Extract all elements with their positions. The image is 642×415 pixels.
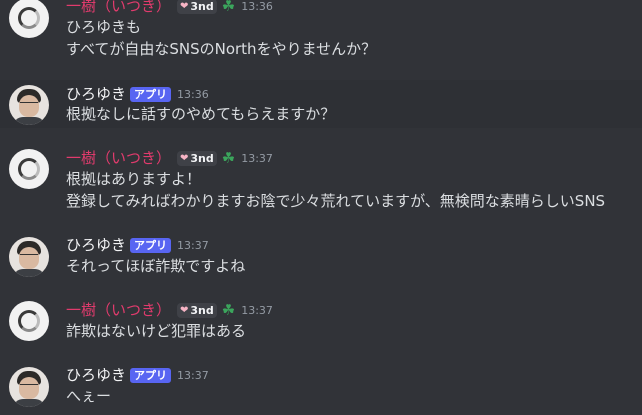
app-badge: アプリ xyxy=(130,367,172,383)
message-header: ひろゆき アプリ 13:37 xyxy=(66,365,209,385)
avatar-shirt-icon xyxy=(13,117,45,125)
author-name[interactable]: ひろゆき xyxy=(66,365,126,385)
avatar[interactable] xyxy=(9,367,49,407)
avatar-shirt-icon xyxy=(13,399,45,407)
message-line: 根拠はありますよ！ xyxy=(66,170,202,188)
message: ひろゆき アプリ 13:36 根拠なしに話すのやめてもらえますか？ xyxy=(0,80,642,128)
timestamp[interactable]: 13:37 xyxy=(241,304,273,317)
message-header: 一樹（いつき） ❤ 3nd ☘ 13:37 xyxy=(66,300,273,320)
message-line: それってほぼ詐欺ですよね xyxy=(66,257,246,275)
timestamp[interactable]: 13:37 xyxy=(241,152,273,165)
message-header: 一樹（いつき） ❤ 3nd ☘ 13:36 xyxy=(66,0,273,16)
timestamp[interactable]: 13:37 xyxy=(177,369,209,382)
avatar[interactable] xyxy=(9,85,49,125)
author-name[interactable]: ひろゆき xyxy=(66,235,126,255)
author-name[interactable]: 一樹（いつき） xyxy=(66,300,171,320)
message-line: ひろゆきも xyxy=(66,18,142,36)
message-line: 根拠なしに話すのやめてもらえますか？ xyxy=(66,105,336,123)
role-label: 3nd xyxy=(190,303,214,317)
app-badge: アプリ xyxy=(130,86,172,102)
author-name[interactable]: 一樹（いつき） xyxy=(66,148,171,168)
clover-icon[interactable]: ☘ xyxy=(222,0,235,14)
clover-icon[interactable]: ☘ xyxy=(222,302,235,318)
app-badge: アプリ xyxy=(130,237,172,253)
author-name[interactable]: ひろゆき xyxy=(66,84,126,104)
message: 一樹（いつき） ❤ 3nd ☘ 13:37 根拠はありますよ！ 登録してみればわ… xyxy=(0,140,642,216)
author-name[interactable]: 一樹（いつき） xyxy=(66,0,171,16)
timestamp[interactable]: 13:37 xyxy=(177,239,209,252)
message-header: ひろゆき アプリ 13:36 xyxy=(66,84,209,104)
heart-icon: ❤ xyxy=(180,0,189,12)
avatar[interactable] xyxy=(9,237,49,277)
avatar-glasses-icon xyxy=(20,384,38,390)
message-line: へぇー xyxy=(66,387,112,405)
avatar-ring-icon xyxy=(18,7,40,29)
avatar[interactable] xyxy=(9,301,49,341)
message-line: 詐欺はないけど犯罪はある xyxy=(66,322,247,340)
avatar-glasses-icon xyxy=(20,254,38,260)
message: 一樹（いつき） ❤ 3nd ☘ 13:37 詐欺はないけど犯罪はある xyxy=(0,290,642,346)
role-label: 3nd xyxy=(190,151,214,165)
heart-icon: ❤ xyxy=(180,152,189,164)
chat-log: 一樹（いつき） ❤ 3nd ☘ 13:36 ひろゆきも すべてが自由なSNSのN… xyxy=(0,0,642,415)
message: ひろゆき アプリ 13:37 それってほぼ詐欺ですよね xyxy=(0,226,642,282)
avatar-shirt-icon xyxy=(13,269,45,277)
message-line: すべてが自由なSNSのNorthをやりませんか？ xyxy=(66,40,377,58)
message-header: ひろゆき アプリ 13:37 xyxy=(66,235,209,255)
avatar-ring-icon xyxy=(18,310,40,332)
role-badge[interactable]: ❤ 3nd xyxy=(177,302,217,318)
message-header: 一樹（いつき） ❤ 3nd ☘ 13:37 xyxy=(66,148,273,168)
avatar[interactable] xyxy=(9,0,49,38)
role-badge[interactable]: ❤ 3nd xyxy=(177,150,217,166)
avatar-ring-icon xyxy=(18,158,40,180)
timestamp[interactable]: 13:36 xyxy=(241,0,273,13)
avatar-glasses-icon xyxy=(20,102,38,108)
heart-icon: ❤ xyxy=(180,304,189,316)
timestamp[interactable]: 13:36 xyxy=(177,88,209,101)
role-badge[interactable]: ❤ 3nd xyxy=(177,0,217,14)
message: 一樹（いつき） ❤ 3nd ☘ 13:36 ひろゆきも すべてが自由なSNSのN… xyxy=(0,0,642,70)
message: ひろゆき アプリ 13:37 へぇー xyxy=(0,355,642,415)
clover-icon[interactable]: ☘ xyxy=(222,150,235,166)
role-label: 3nd xyxy=(190,0,214,13)
message-line: 登録してみればわかりますお陰で少々荒れていますが、無検問な素晴らしいSNS xyxy=(66,192,606,210)
avatar[interactable] xyxy=(9,149,49,189)
